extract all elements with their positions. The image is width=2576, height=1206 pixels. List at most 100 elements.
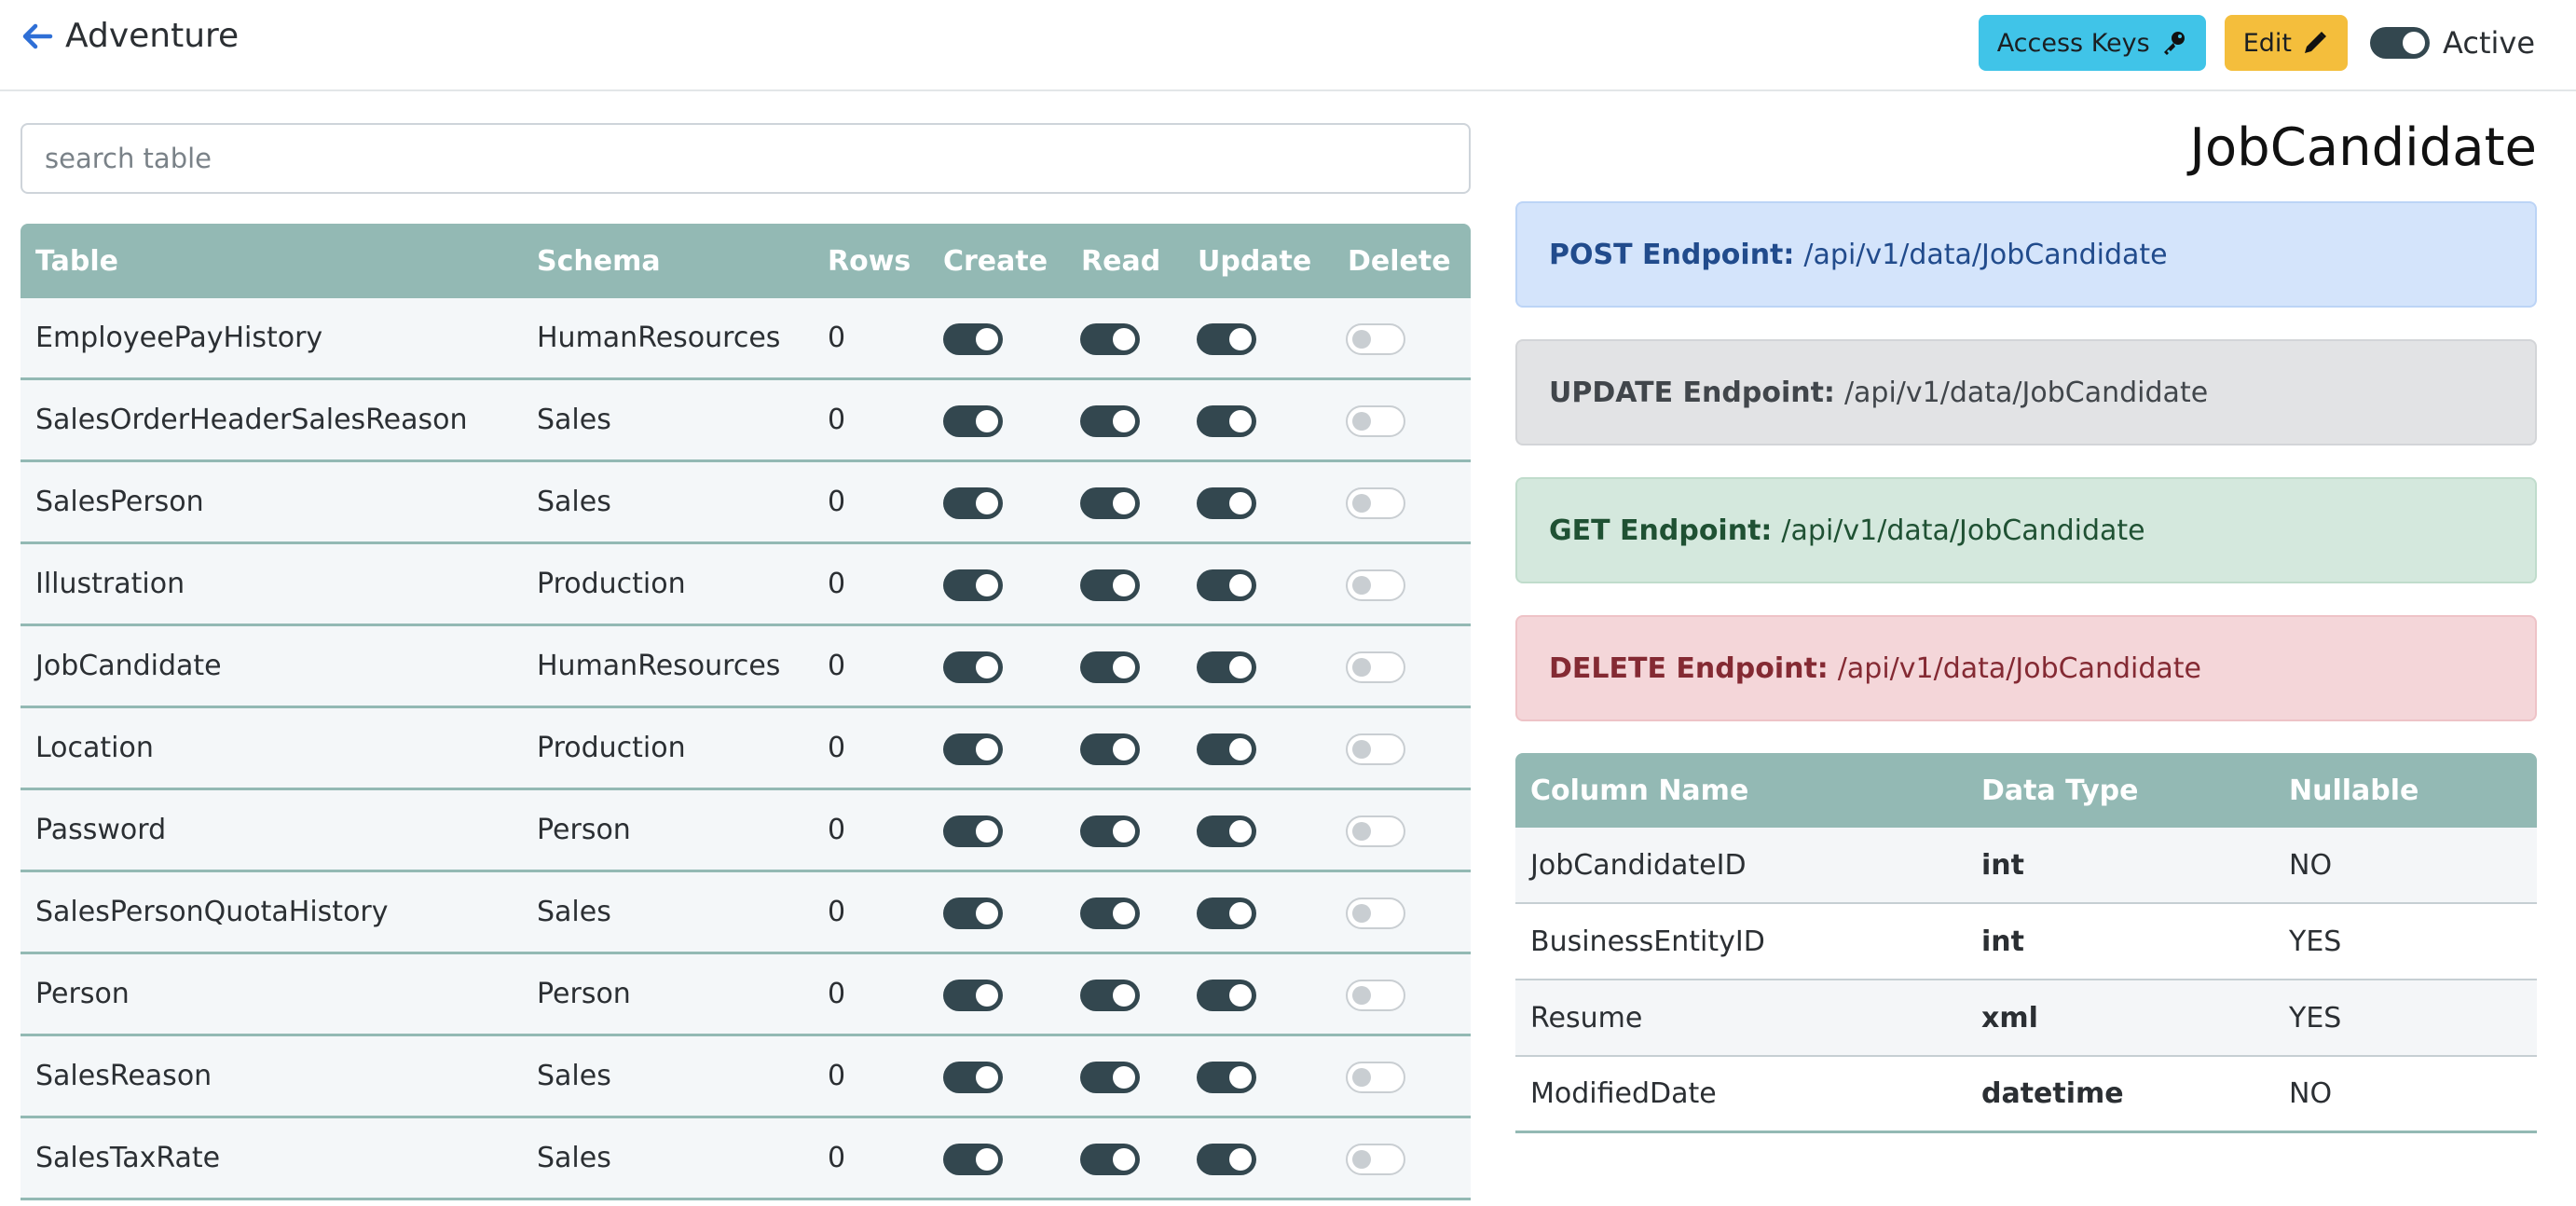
create-toggle[interactable] bbox=[943, 405, 1003, 437]
page-title: Adventure bbox=[65, 17, 240, 55]
update-toggle[interactable] bbox=[1197, 1062, 1256, 1093]
post-endpoint: POST Endpoint: /api/v1/data/JobCandidate bbox=[1515, 201, 2537, 308]
column-data-type: xml bbox=[1981, 1001, 2038, 1035]
column-data-type: int bbox=[1981, 925, 2024, 958]
header-schema: Schema bbox=[537, 244, 661, 278]
table-row[interactable]: Location Production 0 bbox=[21, 708, 1471, 790]
delete-toggle[interactable] bbox=[1346, 1062, 1405, 1093]
table-name: SalesReason bbox=[35, 1060, 212, 1092]
table-row[interactable]: Person Person 0 bbox=[21, 954, 1471, 1036]
table-row[interactable]: EmployeePayHistory HumanResources 0 bbox=[21, 298, 1471, 380]
table-name: Person bbox=[35, 978, 130, 1010]
get-endpoint-path: /api/v1/data/JobCandidate bbox=[1781, 514, 2145, 547]
post-endpoint-label: POST Endpoint: bbox=[1549, 238, 1795, 271]
table-row[interactable]: SalesOrderHeaderSalesReason Sales 0 bbox=[21, 380, 1471, 462]
read-toggle[interactable] bbox=[1080, 815, 1140, 847]
update-toggle[interactable] bbox=[1197, 487, 1256, 519]
column-name: ModifiedDate bbox=[1530, 1077, 1717, 1110]
table-body: EmployeePayHistory HumanResources 0 SalesOr… bbox=[21, 298, 1471, 1200]
delete-toggle[interactable] bbox=[1346, 651, 1405, 683]
delete-toggle[interactable] bbox=[1346, 898, 1405, 929]
table-row-count: 0 bbox=[828, 650, 846, 682]
create-toggle[interactable] bbox=[943, 487, 1003, 519]
table-row-count: 0 bbox=[828, 732, 846, 764]
create-toggle[interactable] bbox=[943, 569, 1003, 601]
delete-toggle[interactable] bbox=[1346, 980, 1405, 1011]
header-rows: Rows bbox=[828, 244, 911, 278]
table-schema: Production bbox=[537, 732, 686, 764]
create-toggle[interactable] bbox=[943, 815, 1003, 847]
table-row[interactable]: JobCandidate HumanResources 0 bbox=[21, 626, 1471, 708]
read-toggle[interactable] bbox=[1080, 569, 1140, 601]
update-toggle[interactable] bbox=[1197, 405, 1256, 437]
header-table: Table bbox=[35, 244, 118, 278]
read-toggle[interactable] bbox=[1080, 323, 1140, 355]
column-nullable: YES bbox=[2289, 1001, 2342, 1035]
column-row: BusinessEntityID int YES bbox=[1515, 904, 2537, 980]
update-toggle[interactable] bbox=[1197, 651, 1256, 683]
delete-toggle[interactable] bbox=[1346, 569, 1405, 601]
column-data-type: int bbox=[1981, 848, 2024, 882]
search-input[interactable] bbox=[21, 123, 1471, 194]
create-toggle[interactable] bbox=[943, 1144, 1003, 1175]
create-toggle[interactable] bbox=[943, 1062, 1003, 1093]
header-update: Update bbox=[1198, 244, 1312, 278]
update-toggle[interactable] bbox=[1197, 733, 1256, 765]
header-data-type: Data Type bbox=[1981, 774, 2139, 807]
update-toggle[interactable] bbox=[1197, 1144, 1256, 1175]
access-keys-button[interactable]: Access Keys bbox=[1978, 15, 2206, 71]
active-toggle[interactable] bbox=[2370, 27, 2431, 59]
delete-endpoint-label: DELETE Endpoint: bbox=[1549, 651, 1829, 685]
update-toggle[interactable] bbox=[1197, 980, 1256, 1011]
update-toggle[interactable] bbox=[1197, 815, 1256, 847]
column-name: BusinessEntityID bbox=[1530, 925, 1765, 958]
table-row-count: 0 bbox=[828, 322, 846, 354]
table-row[interactable]: SalesPersonQuotaHistory Sales 0 bbox=[21, 872, 1471, 954]
read-toggle[interactable] bbox=[1080, 487, 1140, 519]
create-toggle[interactable] bbox=[943, 651, 1003, 683]
update-endpoint-label: UPDATE Endpoint: bbox=[1549, 376, 1835, 409]
table-row[interactable]: SalesPerson Sales 0 bbox=[21, 462, 1471, 544]
table-row[interactable]: Password Person 0 bbox=[21, 790, 1471, 872]
read-toggle[interactable] bbox=[1080, 898, 1140, 929]
delete-toggle[interactable] bbox=[1346, 405, 1405, 437]
update-toggle[interactable] bbox=[1197, 898, 1256, 929]
read-toggle[interactable] bbox=[1080, 1144, 1140, 1175]
table-row-count: 0 bbox=[828, 978, 846, 1010]
header-create: Create bbox=[943, 244, 1048, 278]
create-toggle[interactable] bbox=[943, 980, 1003, 1011]
table-name: SalesPersonQuotaHistory bbox=[35, 896, 389, 928]
detail-title: JobCandidate bbox=[2189, 117, 2537, 178]
create-toggle[interactable] bbox=[943, 323, 1003, 355]
table-row-count: 0 bbox=[828, 814, 846, 846]
read-toggle[interactable] bbox=[1080, 405, 1140, 437]
create-toggle[interactable] bbox=[943, 898, 1003, 929]
read-toggle[interactable] bbox=[1080, 1062, 1140, 1093]
read-toggle[interactable] bbox=[1080, 980, 1140, 1011]
edit-button[interactable]: Edit bbox=[2224, 15, 2349, 71]
read-toggle[interactable] bbox=[1080, 651, 1140, 683]
delete-toggle[interactable] bbox=[1346, 815, 1405, 847]
table-name: Illustration bbox=[35, 568, 185, 600]
delete-toggle[interactable] bbox=[1346, 733, 1405, 765]
back-link[interactable]: Adventure bbox=[19, 17, 239, 55]
create-toggle[interactable] bbox=[943, 733, 1003, 765]
table-row[interactable]: SalesReason Sales 0 bbox=[21, 1036, 1471, 1118]
delete-toggle[interactable] bbox=[1346, 1144, 1405, 1175]
table-name: Password bbox=[35, 814, 167, 846]
key-icon bbox=[2163, 32, 2185, 55]
delete-toggle[interactable] bbox=[1346, 323, 1405, 355]
update-toggle[interactable] bbox=[1197, 323, 1256, 355]
read-toggle[interactable] bbox=[1080, 733, 1140, 765]
pencil-icon bbox=[2305, 32, 2327, 53]
table-row[interactable]: SalesTaxRate Sales 0 bbox=[21, 1118, 1471, 1200]
delete-toggle[interactable] bbox=[1346, 487, 1405, 519]
table-schema: Sales bbox=[537, 404, 611, 436]
column-row: Resume xml YES bbox=[1515, 980, 2537, 1057]
update-toggle[interactable] bbox=[1197, 569, 1256, 601]
table-name: SalesTaxRate bbox=[35, 1142, 221, 1174]
active-label: Active bbox=[2443, 25, 2535, 61]
tables-table: Table Schema Rows Create Read Update Del… bbox=[21, 224, 1471, 1200]
table-row[interactable]: Illustration Production 0 bbox=[21, 544, 1471, 626]
table-schema: Sales bbox=[537, 486, 611, 518]
